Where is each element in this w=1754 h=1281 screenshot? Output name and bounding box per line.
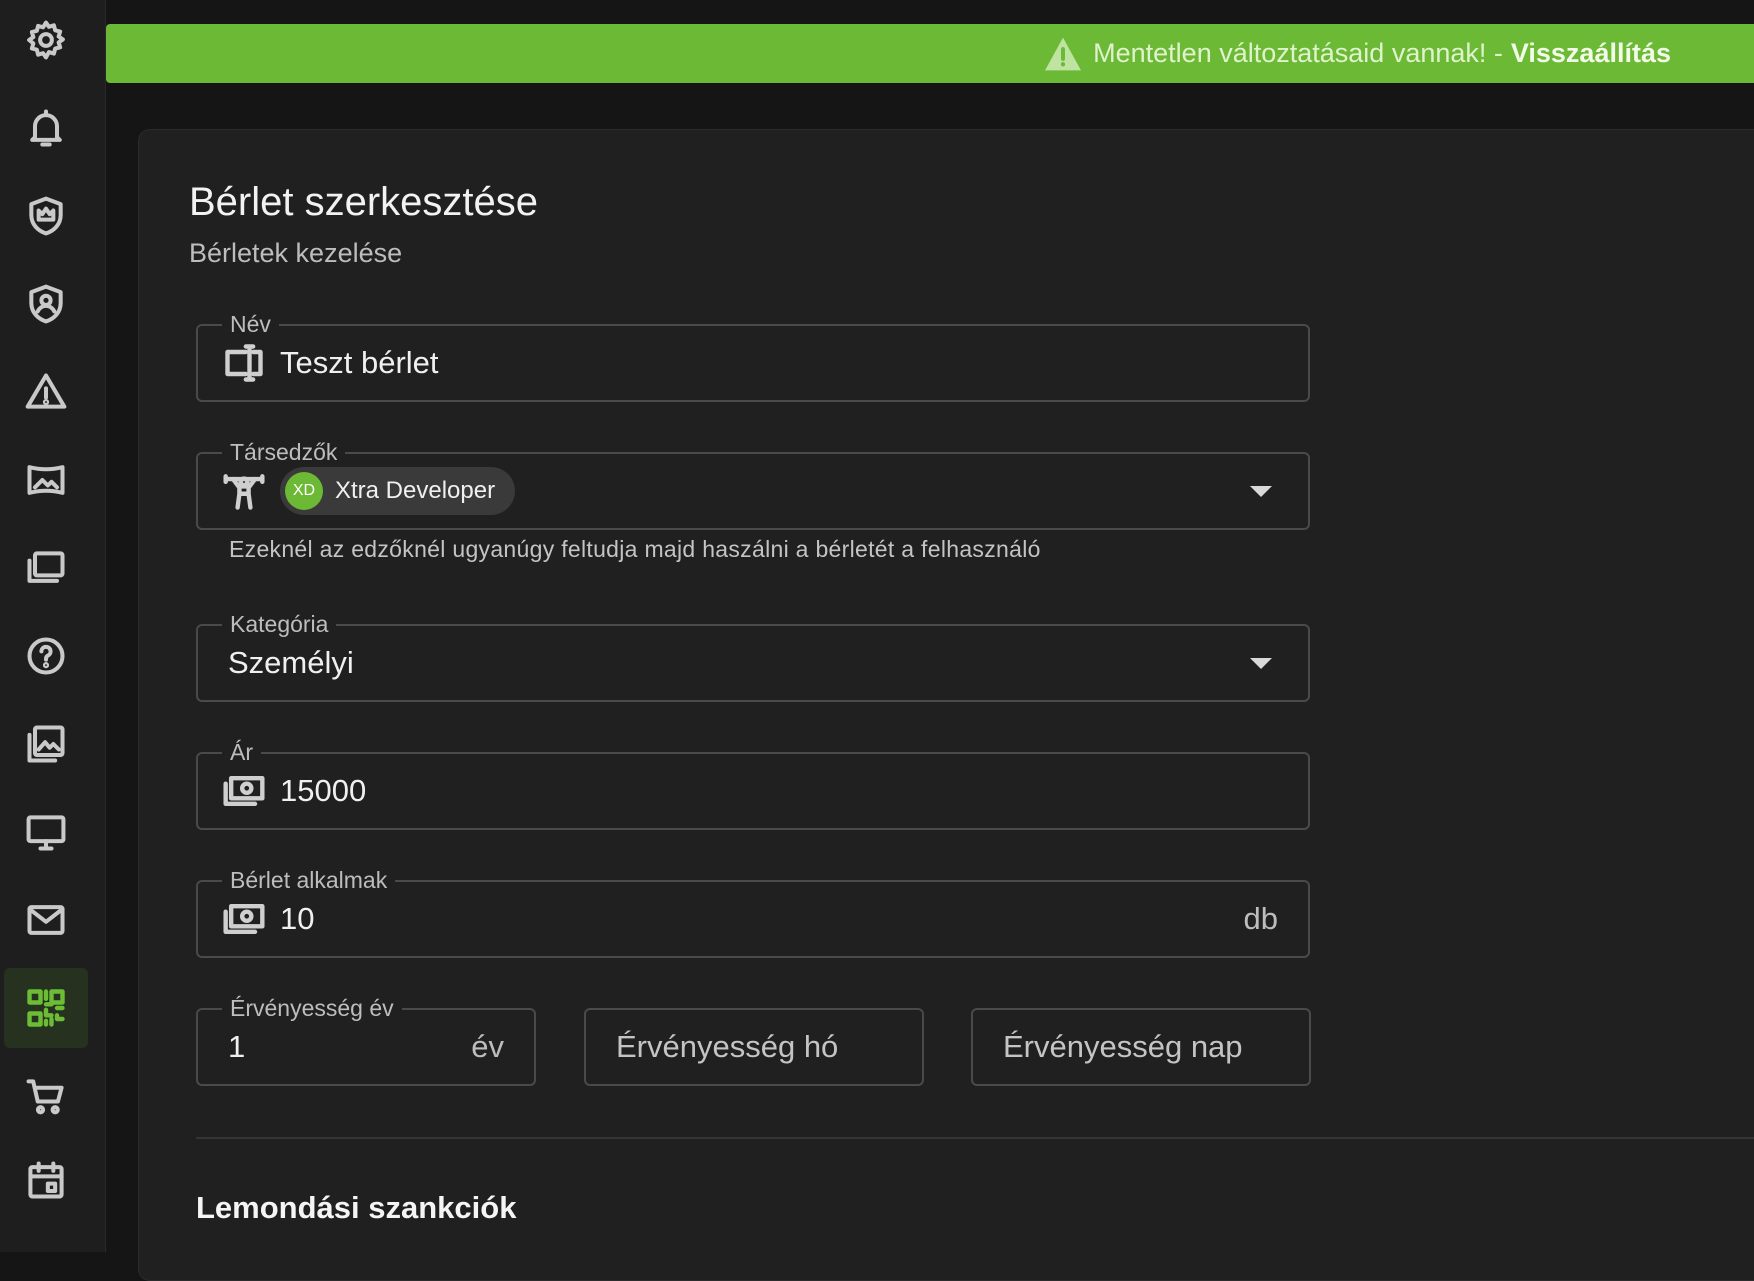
validity-year-label: Érvényesség év [222,993,402,1023]
page-title: Bérlet szerkesztése [189,180,539,224]
category-label: Kategória [222,609,337,639]
price-label: Ár [222,737,261,767]
validity-day-placeholder: Érvényesség nap [1003,1029,1243,1064]
sidebar-item-admin[interactable] [4,176,88,256]
form-textbox-icon [222,341,266,385]
sidebar-item-gallery[interactable] [4,440,88,520]
validity-year-field[interactable]: Érvényesség év 1 év [196,993,536,1086]
validity-year-suffix: év [471,1029,504,1064]
category-value: Személyi [228,645,354,680]
page-subtitle: Bérletek kezelése [189,238,403,268]
occasions-suffix: db [1243,901,1278,936]
sidebar-item-shop[interactable] [4,1056,88,1136]
shield-account-icon [29,284,63,324]
stack-cards-icon [27,551,65,583]
name-value: Teszt bérlet [280,345,439,380]
calendar-icon [28,1161,64,1199]
section-divider [196,1137,1754,1139]
coach-chip[interactable]: XD Xtra Developer [280,467,516,515]
qr-code-icon [27,989,65,1027]
mail-icon [27,905,65,935]
validity-day-field[interactable]: Érvényesség nap [971,1008,1311,1086]
avatar: XD [285,472,323,510]
cash-icon [222,897,266,941]
restore-link[interactable]: Visszaállítás [1511,38,1671,69]
weightlifter-icon [222,469,266,513]
sidebar-item-display[interactable] [4,792,88,872]
chevron-down-icon[interactable] [1250,657,1272,669]
sidebar-item-qr[interactable] [4,968,88,1048]
occasions-field[interactable]: Bérlet alkalmak 10 db [196,865,1310,958]
sidebar-item-passes[interactable] [4,528,88,608]
occasions-label: Bérlet alkalmak [222,865,396,895]
occasions-value: 10 [280,901,315,936]
sidebar-item-notifications[interactable] [4,88,88,168]
unsaved-changes-banner: Mentetlen változtatásaid vannak! - Vissz… [106,24,1754,83]
monitor-icon [26,815,66,851]
chevron-down-icon[interactable] [1250,485,1272,497]
warning-icon [1045,37,1082,70]
sidebar-item-images[interactable] [4,704,88,784]
coaches-label: Társedzők [222,437,346,467]
gear-icon [27,20,65,60]
banner-message: Mentetlen változtatásaid vannak! - [1093,38,1503,68]
sidebar [0,0,106,1252]
validity-month-placeholder: Érvényesség hó [616,1029,839,1064]
alert-triangle-icon [25,373,67,409]
category-select[interactable]: Kategória Személyi [196,609,1310,702]
cart-icon [26,1079,64,1115]
bell-icon [30,109,62,147]
shield-crown-icon [29,196,63,236]
name-field[interactable]: Név Teszt bérlet [196,309,1310,402]
coaches-select[interactable]: Társedzők XD Xtra Developer [196,437,1310,530]
sidebar-item-warnings[interactable] [4,352,88,432]
coaches-helper-text: Ezeknél az edzőknél ugyanúgy feltudja ma… [229,536,1041,562]
cancellation-sanctions-title: Lemondási szankciók [196,1190,517,1225]
sidebar-item-calendar[interactable] [4,1140,88,1220]
sidebar-item-mail[interactable] [4,880,88,960]
price-field[interactable]: Ár 15000 [196,737,1310,830]
cash-icon [222,769,266,813]
name-label: Név [222,309,279,339]
validity-month-field[interactable]: Érvényesség hó [584,1008,924,1086]
validity-year-value: 1 [228,1029,246,1064]
panorama-icon [27,465,65,495]
sidebar-item-help[interactable] [4,616,88,696]
sidebar-item-roles[interactable] [4,264,88,344]
help-circle-icon [27,637,65,675]
image-stack-icon [27,725,65,763]
sidebar-item-settings[interactable] [4,0,88,80]
price-value: 15000 [280,773,367,808]
coach-chip-label: Xtra Developer [335,477,496,504]
edit-pass-card: Bérlet szerkesztése Bérletek kezelése Né… [138,129,1754,1281]
